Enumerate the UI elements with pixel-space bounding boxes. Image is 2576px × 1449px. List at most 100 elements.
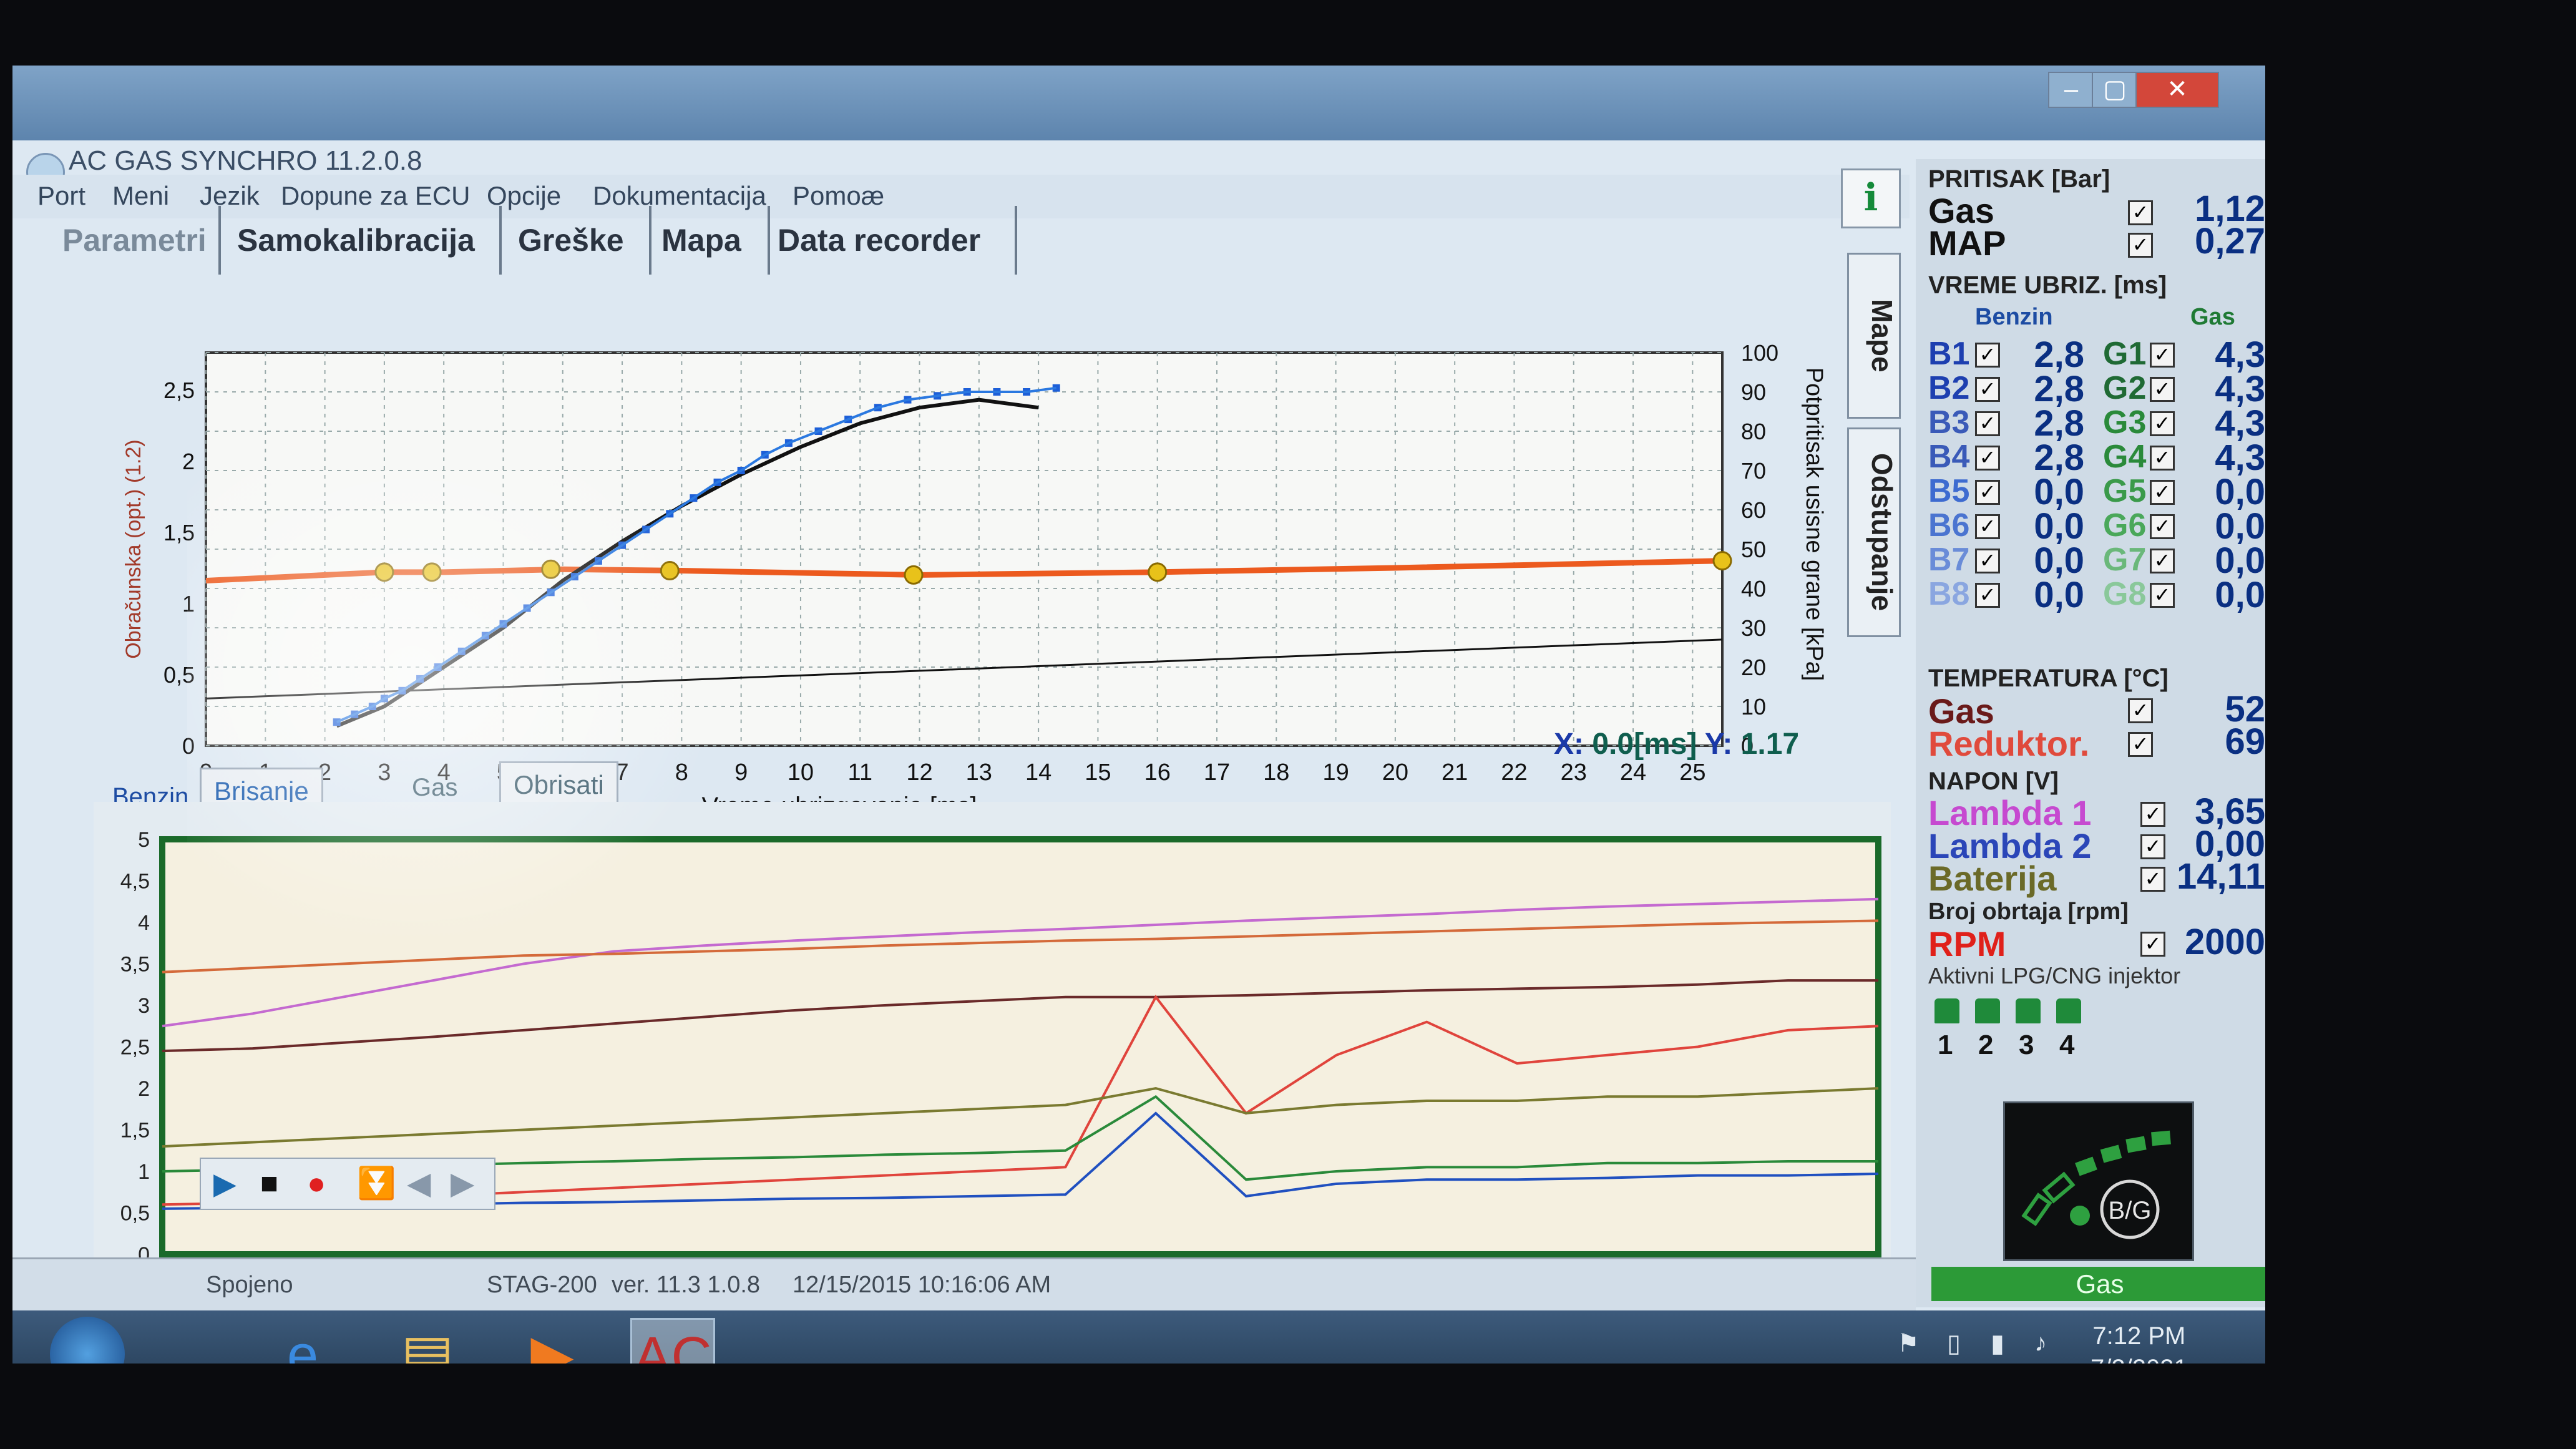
gas-injector-checkbox[interactable]: ✓ [2150, 377, 2175, 402]
gas-injector-checkbox[interactable]: ✓ [2150, 583, 2175, 608]
injector-number: 2 [1978, 1030, 1994, 1060]
gas-injector-checkbox[interactable]: ✓ [2150, 480, 2175, 505]
tab-parametri[interactable]: Parametri [62, 206, 221, 275]
gas-injector-label: G8 [2103, 576, 2147, 612]
x-tick-label: 9 [734, 759, 748, 786]
cursor-readout: X: 0.0[ms] Y: 1.17 [1554, 727, 1799, 761]
marker-icon[interactable]: ⏬ [357, 1165, 396, 1202]
multiplier-node[interactable] [541, 559, 561, 579]
napon-baterija-value: 14,11 [2177, 856, 2265, 897]
y-right-tick-label: 60 [1741, 497, 1766, 523]
x-tick-label: 13 [966, 759, 992, 786]
status-device: STAG-200 [487, 1272, 597, 1298]
gas-injector-checkbox[interactable]: ✓ [2150, 343, 2175, 368]
prev-icon[interactable]: ◀ [407, 1165, 431, 1201]
temp-reduktor-checkbox[interactable]: ✓ [2128, 732, 2153, 757]
benzin-injector-label: B2 [1928, 370, 1970, 406]
next-icon[interactable]: ▶ [451, 1165, 474, 1201]
gas-injector-checkbox[interactable]: ✓ [2150, 514, 2175, 539]
multiplier-node[interactable] [1148, 562, 1168, 582]
x-tick-label: 18 [1263, 759, 1289, 786]
temp-reduktor-value: 69 [2225, 721, 2265, 762]
recorder-y-tick: 4 [138, 911, 150, 935]
gas-injector-checkbox[interactable]: ✓ [2150, 446, 2175, 471]
ac-app-icon[interactable]: AC [630, 1318, 715, 1364]
recorder-y-tick: 1 [138, 1160, 150, 1184]
clock-date: 7/2/2021 [2091, 1352, 2188, 1364]
multiplier-node[interactable] [374, 562, 394, 582]
ie-icon[interactable]: e [262, 1318, 343, 1364]
benzin-injector-label: B3 [1928, 404, 1970, 441]
tab-samokalibracija[interactable]: Samokalibracija [237, 206, 502, 275]
maximize-button[interactable]: ▢ [2092, 72, 2138, 108]
vreme-col-gas: Gas [2190, 304, 2235, 330]
explorer-icon[interactable]: ▤ [387, 1318, 468, 1364]
x-tick-label: 23 [1561, 759, 1587, 786]
recorder-y-tick: 2 [138, 1077, 150, 1101]
close-button[interactable]: ✕ [2135, 72, 2219, 108]
tab-greske[interactable]: Greške [518, 206, 651, 275]
cursor-x-value: 0.0[ms] [1592, 728, 1697, 761]
vreme-col-benzin: Benzin [1975, 304, 2053, 330]
benzin-injector-value: 0,0 [2034, 575, 2084, 615]
multiplier-node[interactable] [904, 565, 924, 585]
benzin-injector-label: B1 [1928, 336, 1970, 372]
pritisak-gas-checkbox[interactable]: ✓ [2128, 200, 2153, 225]
record-icon[interactable]: ● [307, 1165, 326, 1201]
gas-label: Gas [412, 774, 458, 801]
network-icon[interactable]: ▮ [1991, 1329, 2004, 1358]
benzin-injector-checkbox[interactable]: ✓ [1975, 514, 2000, 539]
benzin-injector-checkbox[interactable]: ✓ [1975, 411, 2000, 436]
pritisak-map-checkbox[interactable]: ✓ [2128, 233, 2153, 258]
clock[interactable]: 7:12 PM 7/2/2021 [2091, 1320, 2188, 1364]
gas-injector-checkbox[interactable]: ✓ [2150, 549, 2175, 573]
multiplier-node[interactable] [660, 561, 680, 581]
recorder-y-tick: 2,5 [120, 1036, 150, 1060]
volume-icon[interactable]: ♪ [2034, 1329, 2047, 1357]
y-right-tick-label: 50 [1741, 537, 1766, 562]
y-left-tick-label: 1,5 [163, 520, 195, 545]
info-icon[interactable]: ℹ [1841, 168, 1901, 228]
battery-icon[interactable]: ▯ [1947, 1329, 1961, 1358]
y-left-tick-label: 1 [182, 591, 195, 617]
gas-injector-label: G3 [2103, 404, 2147, 441]
media-player-icon[interactable]: ▶ [512, 1318, 593, 1364]
flag-icon[interactable]: ⚑ [1897, 1329, 1920, 1358]
napon-lambda1-checkbox[interactable]: ✓ [2140, 802, 2165, 827]
multiplier-node[interactable] [422, 562, 442, 582]
pritisak-map-value: 0,27 [2195, 221, 2265, 261]
status-version: ver. 11.3 1.0.8 [612, 1272, 761, 1298]
window-title: AC GAS SYNCHRO 11.2.0.8 [69, 145, 422, 176]
y-left-tick-label: 0,5 [163, 662, 195, 688]
start-button[interactable] [50, 1317, 125, 1364]
fuel-status-bar: Gas [1931, 1267, 2265, 1301]
gas-injector-checkbox[interactable]: ✓ [2150, 411, 2175, 436]
stop-icon[interactable]: ■ [260, 1166, 278, 1201]
multiplier-node[interactable] [1712, 551, 1732, 571]
tab-mapa[interactable]: Mapa [661, 206, 755, 275]
napon-baterija-checkbox[interactable]: ✓ [2140, 867, 2165, 892]
playback-controls: ▶ ■ ● ⏬ ◀ ▶ [200, 1158, 495, 1210]
y-right-tick-label: 20 [1741, 655, 1766, 680]
status-connection: Spojeno [206, 1272, 293, 1298]
benzin-injector-checkbox[interactable]: ✓ [1975, 343, 2000, 368]
benzin-injector-checkbox[interactable]: ✓ [1975, 446, 2000, 471]
minimize-button[interactable]: – [2048, 72, 2094, 108]
benzin-injector-checkbox[interactable]: ✓ [1975, 583, 2000, 608]
gas-injector-label: G4 [2103, 439, 2147, 475]
cursor-y-value: 1.17 [1740, 728, 1800, 761]
tab-data-recorder[interactable]: Data recorder [768, 206, 1017, 275]
x-tick-label: 8 [675, 759, 688, 786]
benzin-injector-checkbox[interactable]: ✓ [1975, 480, 2000, 505]
x-tick-label: 15 [1085, 759, 1111, 786]
x-tick-label: 14 [1025, 759, 1051, 786]
recorder-y-tick: 5 [138, 828, 150, 852]
y-left-tick-label: 0 [182, 733, 195, 759]
temp-gas-checkbox[interactable]: ✓ [2128, 698, 2153, 723]
play-icon[interactable]: ▶ [213, 1166, 237, 1201]
y-right-tick-label: 90 [1741, 379, 1766, 405]
benzin-injector-checkbox[interactable]: ✓ [1975, 377, 2000, 402]
benzin-injector-checkbox[interactable]: ✓ [1975, 549, 2000, 573]
y-right-tick-label: 100 [1741, 340, 1778, 366]
napon-lambda2-checkbox[interactable]: ✓ [2140, 834, 2165, 859]
